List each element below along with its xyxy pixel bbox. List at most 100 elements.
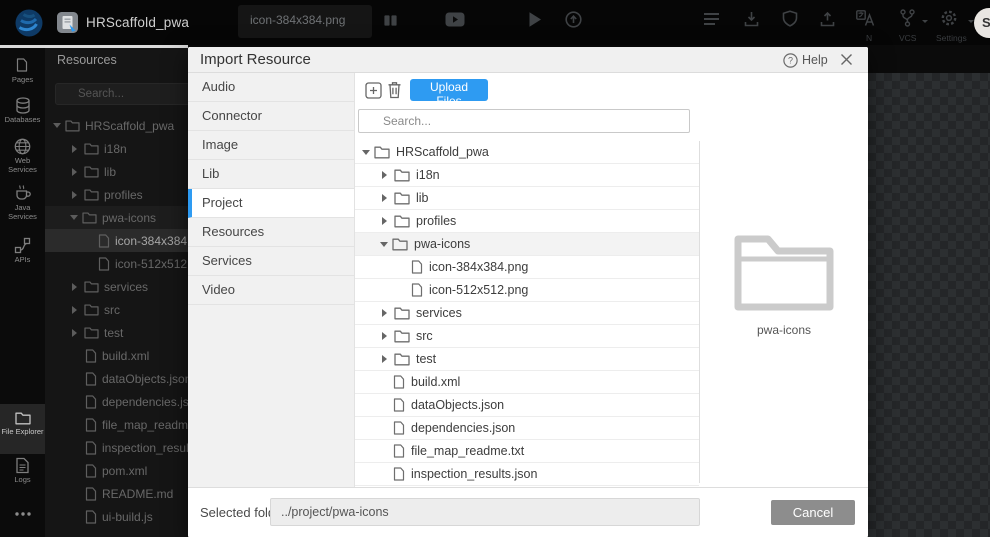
tree-item[interactable]: dependencies.json [355, 417, 699, 440]
selected-folder-input[interactable] [270, 498, 700, 526]
import-icon[interactable] [744, 11, 759, 27]
vcs-chevron-down-icon[interactable] [922, 20, 928, 26]
settings-label[interactable]: Settings [936, 33, 967, 43]
tree-item[interactable]: lib [355, 187, 699, 210]
tree-item[interactable]: icon-384x384.png [355, 256, 699, 279]
nav-item-resources[interactable]: Resources [188, 218, 354, 247]
tree-item[interactable]: icon-512x512.png [355, 279, 699, 302]
tree-item-label: services [104, 279, 149, 294]
panel-layout-icon[interactable] [383, 13, 398, 28]
nav-item-services[interactable]: Services [188, 247, 354, 276]
folder-icon [84, 143, 99, 155]
sidebar-item-label: File Explorer [1, 427, 44, 436]
media-preview-icon[interactable] [445, 12, 465, 27]
svg-text:?: ? [788, 56, 793, 66]
help-label[interactable]: Help [802, 53, 828, 67]
caret-right-icon [382, 217, 391, 225]
caret-right-icon [72, 282, 81, 291]
caret-right-icon [72, 167, 81, 176]
vcs-branch-icon[interactable] [899, 9, 916, 27]
translate-icon[interactable] [856, 10, 875, 27]
sidebar-item-apis[interactable]: APIs [0, 237, 45, 265]
dialog-nav: Audio Connector Image Lib Project Resour… [188, 73, 355, 487]
settings-gear-icon[interactable] [940, 9, 958, 27]
tree-item[interactable]: src [355, 325, 699, 348]
cancel-button[interactable]: Cancel [771, 500, 855, 525]
nav-item-lib[interactable]: Lib [188, 160, 354, 189]
translate-label: N [866, 33, 873, 43]
selection-preview: pwa-icons [700, 141, 868, 483]
sidebar-item-label: Pages [11, 75, 34, 84]
tree-item-label: pwa-icons [102, 210, 157, 225]
folder-icon [394, 192, 410, 205]
publish-upload-icon[interactable] [565, 11, 582, 28]
nav-item-video[interactable]: Video [188, 276, 354, 305]
tree-item[interactable]: profiles [355, 210, 699, 233]
tree-item-label: file_map_readme.txt [411, 444, 525, 458]
folder-icon [84, 189, 99, 201]
tree-item-label: test [104, 325, 124, 340]
tree-item-label: i18n [416, 168, 440, 182]
sidebar-item-more[interactable] [0, 511, 45, 519]
sidebar-item-logs[interactable]: Logs [0, 457, 45, 485]
dialog-search-input[interactable] [358, 109, 690, 133]
nav-item-audio[interactable]: Audio [188, 73, 354, 102]
sidebar-item-java-services[interactable]: Java Services [0, 184, 45, 221]
sidebar-item-label: Java Services [8, 203, 37, 221]
export-icon[interactable] [820, 11, 835, 27]
tree-item[interactable]: dataObjects.json [355, 394, 699, 417]
nav-item-project[interactable]: Project [188, 189, 354, 218]
folder-icon [394, 169, 410, 182]
close-icon[interactable] [840, 53, 853, 66]
vcs-label[interactable]: VCS [899, 33, 916, 43]
add-folder-icon[interactable] [365, 82, 382, 99]
tree-item[interactable]: build.xml [355, 371, 699, 394]
product-logo-icon[interactable] [13, 6, 45, 38]
run-play-icon[interactable] [528, 11, 542, 28]
tree-item[interactable]: inspection_results.json [355, 463, 699, 486]
nav-item-image[interactable]: Image [188, 131, 354, 160]
editor-tab-label: icon-384x384.png [250, 13, 346, 27]
folder-icon [84, 166, 99, 178]
tree-item[interactable]: file_map_readme.txt [355, 440, 699, 463]
tree-item[interactable]: test [355, 348, 699, 371]
folder-icon [392, 238, 408, 251]
tree-item-selected[interactable]: pwa-icons [355, 233, 699, 256]
file-icon [393, 467, 405, 481]
sidebar-item-databases[interactable]: Databases [0, 97, 45, 125]
import-resource-dialog: Import Resource ? Help Audio Connector I… [188, 47, 868, 537]
caret-right-icon [72, 328, 81, 337]
avatar[interactable]: S [974, 8, 990, 38]
editor-tab[interactable]: icon-384x384.png [238, 5, 372, 38]
dialog-footer: Selected folder: Cancel [188, 487, 868, 537]
file-icon [85, 348, 97, 363]
nav-item-connector[interactable]: Connector [188, 102, 354, 131]
caret-right-icon [382, 171, 391, 179]
panel-title: Resources [57, 53, 117, 67]
apis-icon [14, 237, 31, 254]
tree-item-label: profiles [104, 187, 143, 202]
file-icon [85, 463, 97, 478]
tree-item[interactable]: HRScaffold_pwa [355, 141, 699, 164]
folder-icon [394, 330, 410, 343]
sidebar-item-web-services[interactable]: Web Services [0, 138, 45, 174]
shield-icon[interactable] [782, 10, 798, 27]
tree-item[interactable]: services [355, 302, 699, 325]
delete-trash-icon[interactable] [387, 81, 402, 99]
upload-files-button[interactable]: Upload Files [410, 79, 488, 108]
help-icon[interactable]: ? [783, 53, 798, 68]
caret-right-icon [72, 144, 81, 153]
pages-icon [16, 58, 28, 72]
tree-item[interactable]: i18n [355, 164, 699, 187]
file-icon [85, 417, 97, 432]
sidebar-item-file-explorer[interactable]: File Explorer [0, 404, 45, 454]
sidebar-item-pages[interactable]: Pages [0, 57, 45, 85]
folder-icon [14, 412, 31, 425]
menu-list-icon[interactable] [703, 12, 720, 26]
panel-top-divider [0, 45, 188, 48]
folder-icon [374, 146, 390, 159]
file-icon [98, 233, 110, 248]
tree-item-label: lib [416, 191, 429, 205]
sidebar-item-label: Web Services [8, 156, 37, 174]
resources-panel: Resources HRScaffold_pwa i18n lib profil… [45, 45, 245, 537]
